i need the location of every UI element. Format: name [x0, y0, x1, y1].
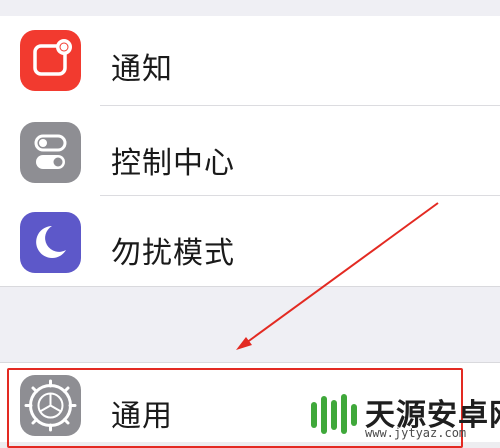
- top-section-divider: [0, 0, 500, 17]
- settings-row-label: 勿扰模式: [111, 236, 235, 271]
- android-logo-icon: [311, 394, 357, 434]
- settings-row-label: 控制中心: [111, 146, 235, 181]
- settings-row-do-not-disturb[interactable]: 勿扰模式: [0, 196, 500, 286]
- settings-row-notifications[interactable]: 通知: [0, 16, 500, 106]
- settings-row-label: 通知: [111, 52, 173, 87]
- watermark-url: www.jytyaz.com: [365, 426, 467, 440]
- settings-group: 通知 控制中心 勿扰模式: [0, 16, 500, 286]
- do-not-disturb-moon-icon: [20, 212, 81, 273]
- watermark: 天源安卓网 www.jytyaz.com: [305, 388, 500, 441]
- notifications-icon: [20, 30, 81, 91]
- control-center-icon: [20, 122, 81, 183]
- settings-row-control-center[interactable]: 控制中心: [0, 106, 500, 196]
- section-gap: [0, 286, 500, 363]
